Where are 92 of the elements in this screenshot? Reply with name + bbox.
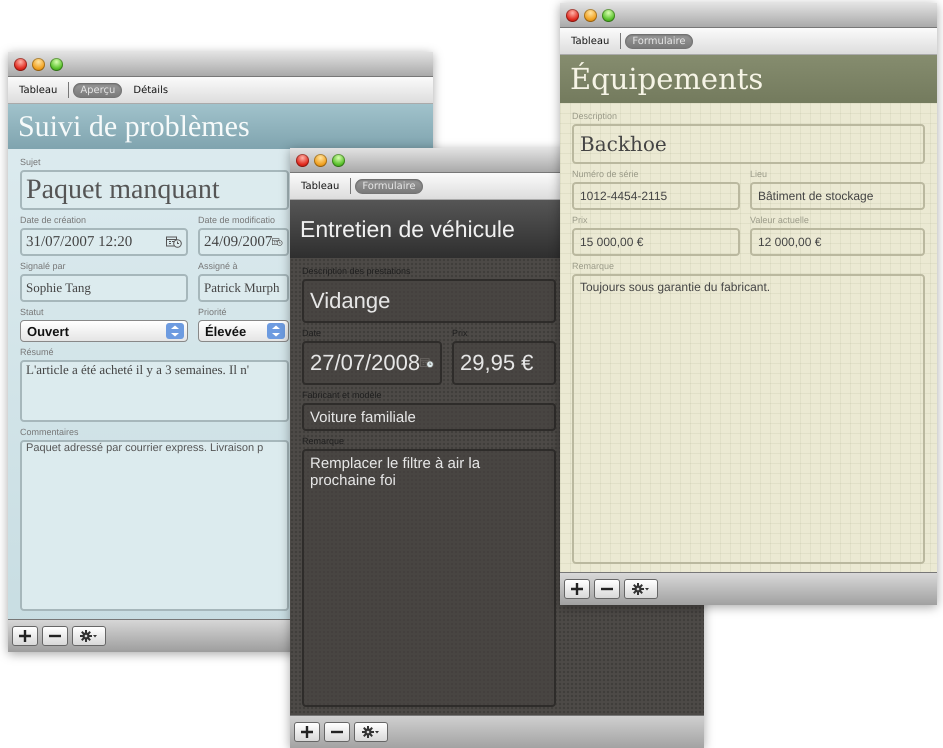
form-title: Équipements [570, 62, 764, 96]
field-value: 1012-4454-2115 [580, 189, 668, 203]
field-value: 24/09/2007 [204, 234, 272, 250]
field-value: Vidange [310, 288, 390, 314]
field-label: Signalé par [20, 261, 66, 271]
text-field[interactable]: Voiture familiale [302, 403, 556, 431]
plus-icon [19, 630, 31, 642]
stepper-icon [267, 323, 285, 339]
stepper-icon [166, 323, 184, 339]
plus-icon [571, 583, 583, 595]
field-label: Date de modificatio [198, 215, 276, 225]
plus-icon [301, 726, 313, 738]
minus-icon [49, 634, 61, 638]
gear-icon [362, 726, 380, 738]
minus-icon [601, 587, 613, 591]
close-button[interactable] [296, 154, 309, 166]
action-menu-button[interactable] [72, 626, 106, 646]
field-label: Lieu [750, 169, 768, 179]
field-value: 12 000,00 € [758, 235, 822, 249]
date-field[interactable]: 31/07/2007 12:20 [20, 228, 188, 256]
text-field[interactable]: Paquet manquant [20, 170, 289, 210]
zoom-button[interactable] [50, 58, 63, 70]
field-value: Patrick Murph [204, 280, 280, 296]
calendar-icon [272, 236, 283, 248]
minimize-button[interactable] [314, 154, 327, 166]
field-label: Prix [572, 215, 588, 225]
zoom-button[interactable] [602, 8, 615, 22]
field-label: Valeur actuelle [750, 215, 809, 225]
text-area[interactable]: Remplacer le filtre à air la prochaine foi [302, 449, 556, 707]
text-area[interactable]: L'article a été acheté il y a 3 semaines. Il n' [20, 360, 289, 422]
text-field[interactable]: 12 000,00 € [750, 228, 925, 256]
note-text: Remplacer le filtre à air la prochaine foi [310, 455, 482, 489]
text-area[interactable]: Toujours sous garantie du fabricant. [572, 274, 925, 564]
add-button[interactable] [294, 722, 320, 742]
add-button[interactable] [564, 579, 590, 599]
field-label: Sujet [20, 157, 41, 167]
field-value: 27/07/2008 [310, 350, 420, 376]
view-tab[interactable]: Détails [126, 82, 176, 98]
field-label: Résumé [20, 347, 54, 357]
date-field[interactable]: 27/07/2008 [302, 341, 442, 385]
zoom-button[interactable] [332, 154, 345, 166]
add-button[interactable] [12, 626, 38, 646]
field-value: 31/07/2007 12:20 [26, 234, 132, 250]
note-text: L'article a été acheté il y a 3 semaines. Il n' [26, 362, 250, 378]
field-label: Priorité [198, 307, 227, 317]
field-label: Statut [20, 307, 44, 317]
field-value: Voiture familiale [310, 408, 416, 426]
close-button[interactable] [14, 58, 27, 70]
field-label: Assigné à [198, 261, 238, 271]
minimize-button[interactable] [32, 58, 45, 70]
view-tab[interactable]: Tableau [12, 82, 64, 98]
view-tab[interactable]: Tableau [294, 178, 346, 194]
field-label: Numéro de série [572, 169, 639, 179]
calendar-icon [420, 357, 434, 369]
remove-button[interactable] [324, 722, 350, 742]
text-field[interactable]: 1012-4454-2115 [572, 182, 740, 210]
action-menu-button[interactable] [354, 722, 388, 742]
field-value: Sophie Tang [26, 280, 91, 296]
text-field[interactable]: Patrick Murph [198, 274, 289, 302]
minus-icon [331, 730, 343, 734]
field-label: Commentaires [20, 427, 79, 437]
text-field[interactable]: Sophie Tang [20, 274, 188, 302]
note-text: Paquet adressé par courrier express. Livraison p [26, 442, 264, 454]
field-label: Remarque [572, 261, 614, 271]
remove-button[interactable] [594, 579, 620, 599]
remove-button[interactable] [42, 626, 68, 646]
text-field[interactable]: Backhoe [572, 124, 925, 164]
close-button[interactable] [566, 8, 579, 22]
action-menu-button[interactable] [624, 579, 658, 599]
text-field[interactable]: Bâtiment de stockage [750, 182, 925, 210]
minimize-button[interactable] [584, 8, 597, 22]
form-title: Entretien de véhicule [300, 216, 515, 242]
field-value: 15 000,00 € [580, 235, 644, 249]
text-field[interactable]: Vidange [302, 279, 556, 323]
gear-icon [632, 583, 650, 595]
text-field[interactable]: 15 000,00 € [572, 228, 740, 256]
popup-button[interactable]: Ouvert [20, 320, 188, 342]
popup-button[interactable]: Élevée [198, 320, 289, 342]
field-value: Bâtiment de stockage [758, 189, 874, 203]
form-title: Suivi de problèmes [18, 110, 250, 144]
field-label: Description [572, 111, 618, 121]
text-area[interactable]: Paquet adressé par courrier express. Livraison p [20, 440, 289, 611]
field-value: Backhoe [580, 132, 667, 156]
text-field[interactable]: 29,95 € [452, 341, 556, 385]
note-text: Toujours sous garantie du fabricant. [580, 280, 770, 294]
date-field[interactable]: 24/09/2007 [198, 228, 289, 256]
field-value: Paquet manquant [26, 174, 220, 206]
field-label: Date de création [20, 215, 86, 225]
calendar-icon [166, 236, 182, 248]
gear-icon [80, 630, 98, 642]
field-value: 29,95 € [460, 350, 534, 376]
view-tab[interactable]: Tableau [564, 34, 616, 48]
